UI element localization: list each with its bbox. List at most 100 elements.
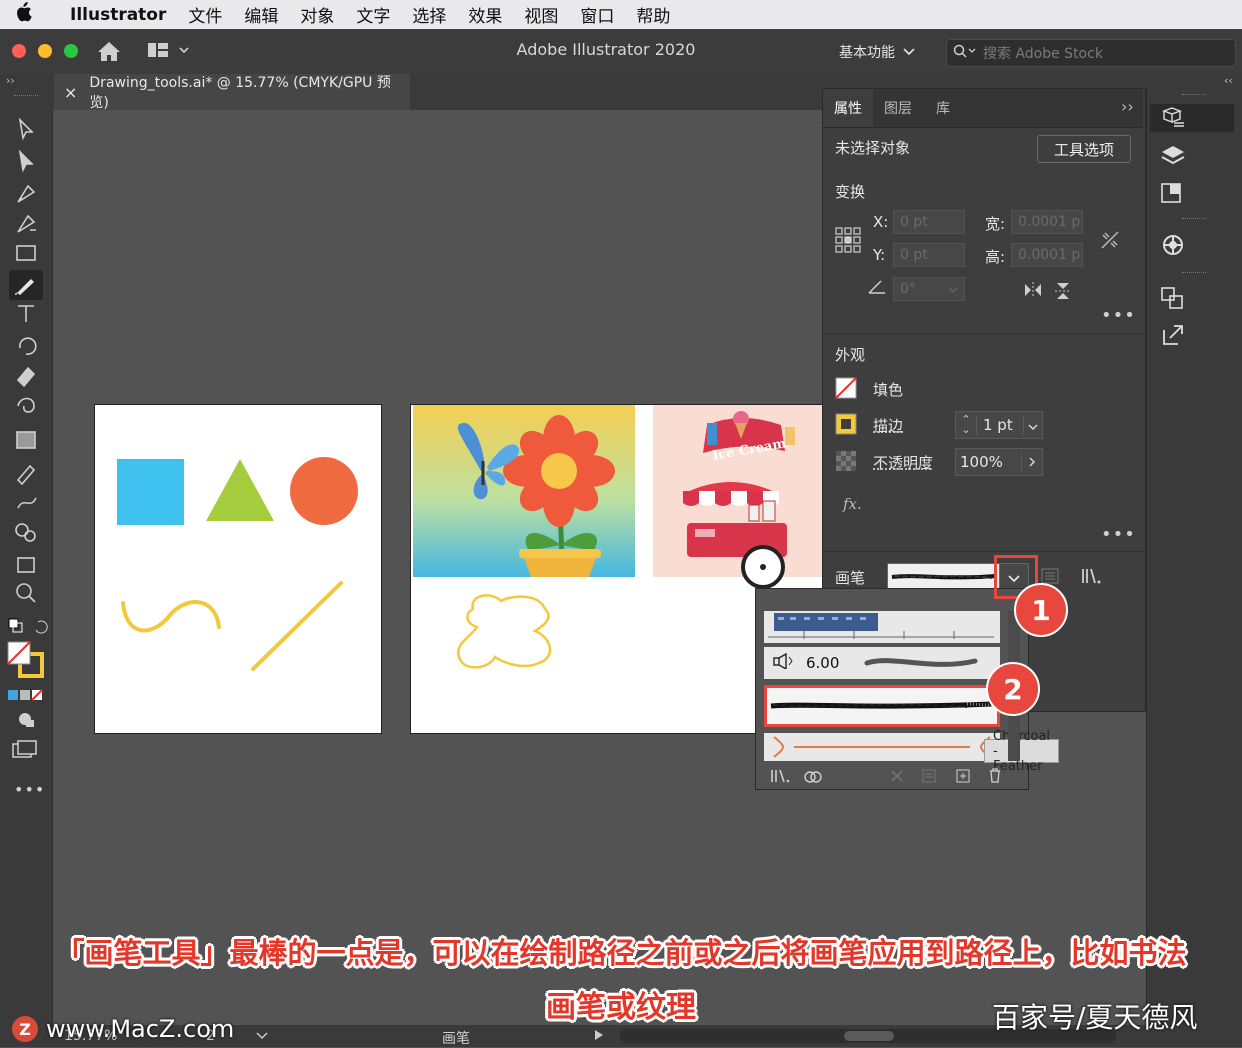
libraries-dock-icon[interactable] <box>1160 182 1184 208</box>
tab-properties[interactable]: 属性 <box>823 89 873 127</box>
flip-vertical-icon[interactable] <box>1055 281 1071 305</box>
fill-label[interactable]: 填色 <box>873 379 903 400</box>
document-tab-title: Drawing_tools.ai* @ 15.77% (CMYK/GPU 预览) <box>89 75 391 111</box>
constrain-proportions-icon[interactable] <box>1099 229 1121 255</box>
brush-row-blob[interactable]: 6.00 <box>764 647 1000 679</box>
trash-icon[interactable] <box>988 767 1002 787</box>
remove-stroke-icon[interactable] <box>890 768 904 787</box>
scrollbar-thumb[interactable] <box>844 1031 894 1041</box>
no-selection-label: 未选择对象 <box>835 139 911 157</box>
layers-dock-icon[interactable] <box>1160 144 1186 172</box>
stepper-icon[interactable]: ⌃ ⌄ <box>956 414 977 435</box>
artboard-1[interactable] <box>94 404 382 734</box>
document-tab[interactable]: × Drawing_tools.ai* @ 15.77% (CMYK/GPU 预… <box>54 74 410 111</box>
brush-libraries-icon[interactable] <box>1081 568 1103 588</box>
close-tab-button[interactable]: × <box>64 83 77 102</box>
angle-field[interactable]: 0° <box>893 277 965 301</box>
current-tool-name: 画笔 <box>442 1031 470 1047</box>
width-label: 宽: <box>985 215 1006 233</box>
height-field[interactable]: 0.0001 p <box>1011 243 1083 267</box>
menu-object[interactable]: 对象 <box>300 2 334 27</box>
menu-type[interactable]: 文字 <box>356 2 390 27</box>
screen-mode-icon[interactable] <box>12 740 38 764</box>
y-field[interactable]: 0 pt <box>893 243 965 267</box>
fill-none-swatch[interactable] <box>835 377 857 403</box>
green-triangle <box>206 459 274 521</box>
angle-value: 0° <box>900 281 916 297</box>
popup-footer <box>756 765 1028 789</box>
transform-heading: 变换 <box>835 183 866 201</box>
drawing-modes-icon[interactable] <box>16 710 36 732</box>
apple-icon[interactable] <box>0 2 46 27</box>
width-field[interactable]: 0.0001 p <box>1011 210 1083 234</box>
flip-horizontal-icon[interactable] <box>1023 282 1043 302</box>
chevron-down-icon <box>948 281 958 297</box>
collapse-toolbar-icon[interactable]: ›› <box>6 74 15 87</box>
tab-layers[interactable]: 图层 <box>875 89 921 127</box>
divider <box>823 333 1143 334</box>
tab-libraries[interactable]: 库 <box>923 89 963 127</box>
appearance-heading: 外观 <box>835 346 866 364</box>
angle-icon <box>867 279 887 299</box>
play-icon[interactable] <box>594 1029 604 1045</box>
menu-file[interactable]: 文件 <box>188 2 222 27</box>
opacity-label[interactable]: 不透明度 <box>873 452 933 473</box>
stroke-weight-field[interactable]: ⌃ ⌄ 1 pt <box>955 411 1043 439</box>
chevron-right-icon[interactable] <box>1021 453 1042 471</box>
app-menu[interactable]: Illustrator <box>70 5 166 25</box>
opacity-field[interactable]: 100% <box>955 448 1043 476</box>
chevron-down-icon[interactable] <box>1023 416 1042 434</box>
fx-effects-button[interactable]: fx. <box>843 495 862 513</box>
cc-libraries-icon[interactable] <box>802 768 824 787</box>
menu-effect[interactable]: 效果 <box>468 2 502 27</box>
menu-select[interactable]: 选择 <box>412 2 446 27</box>
ice-cream-illustration: Ice Cream <box>653 405 823 589</box>
export-dock-icon[interactable] <box>1160 322 1186 352</box>
new-brush-icon[interactable] <box>956 768 970 787</box>
fill-stroke-swatch[interactable] <box>6 640 46 684</box>
menu-window[interactable]: 窗口 <box>580 2 614 27</box>
callout-badge-1: 1 <box>1014 583 1068 637</box>
brush-row-pattern[interactable] <box>764 611 1000 643</box>
color-themes-dock-icon[interactable] <box>1160 232 1186 262</box>
workspace-switcher[interactable]: 基本功能 <box>822 36 932 68</box>
divider <box>823 551 1143 552</box>
stroke-label[interactable]: 描边 <box>873 415 903 436</box>
dock-grip[interactable] <box>1182 218 1206 219</box>
transform-more-icon[interactable]: ••• <box>1101 305 1136 326</box>
appearance-more-icon[interactable]: ••• <box>1101 524 1136 545</box>
collapse-dock-icon[interactable]: ‹‹ <box>1224 74 1233 87</box>
transform-dock-icon[interactable] <box>1160 286 1186 314</box>
paintbrush-tool-button[interactable] <box>9 270 43 300</box>
brush-libraries-menu-icon[interactable] <box>770 768 790 787</box>
adobe-stock-search[interactable]: 搜索 Adobe Stock <box>946 39 1236 67</box>
brush-row-charcoal-feather[interactable] <box>764 685 1000 727</box>
yellow-wave-path <box>121 600 221 633</box>
default-colors-icon[interactable] <box>8 618 48 638</box>
panel-menu-icon[interactable]: ›› <box>1121 97 1134 116</box>
x-label: X: <box>873 213 889 231</box>
brush-options-icon[interactable] <box>922 768 936 787</box>
menu-view[interactable]: 视图 <box>524 2 558 27</box>
dock-grip[interactable] <box>1182 272 1206 273</box>
stroke-swatch[interactable] <box>835 413 857 439</box>
search-icon <box>953 44 979 62</box>
color-mode-icons[interactable] <box>8 686 44 705</box>
properties-dock-icon[interactable] <box>1150 104 1234 132</box>
edit-toolbar-icon[interactable]: ••• <box>14 780 45 799</box>
stroke-weight-value: 1 pt <box>983 416 1013 434</box>
x-field[interactable]: 0 pt <box>893 210 965 234</box>
menu-edit[interactable]: 编辑 <box>244 2 278 27</box>
reference-point-icon[interactable] <box>835 227 861 257</box>
toolbar-grip[interactable] <box>14 95 38 98</box>
macz-logo-icon: Z <box>12 1016 38 1042</box>
opacity-icon <box>835 450 857 476</box>
chevron-down-icon <box>903 44 915 60</box>
dock-grip[interactable] <box>1182 94 1206 95</box>
menu-help[interactable]: 帮助 <box>636 2 670 27</box>
orange-circle <box>290 457 358 525</box>
brush-preview[interactable] <box>887 563 1001 591</box>
tool-options-button[interactable]: 工具选项 <box>1037 135 1131 163</box>
brush-row-arrow[interactable] <box>764 733 1000 761</box>
chevron-down-icon[interactable] <box>256 1028 268 1044</box>
